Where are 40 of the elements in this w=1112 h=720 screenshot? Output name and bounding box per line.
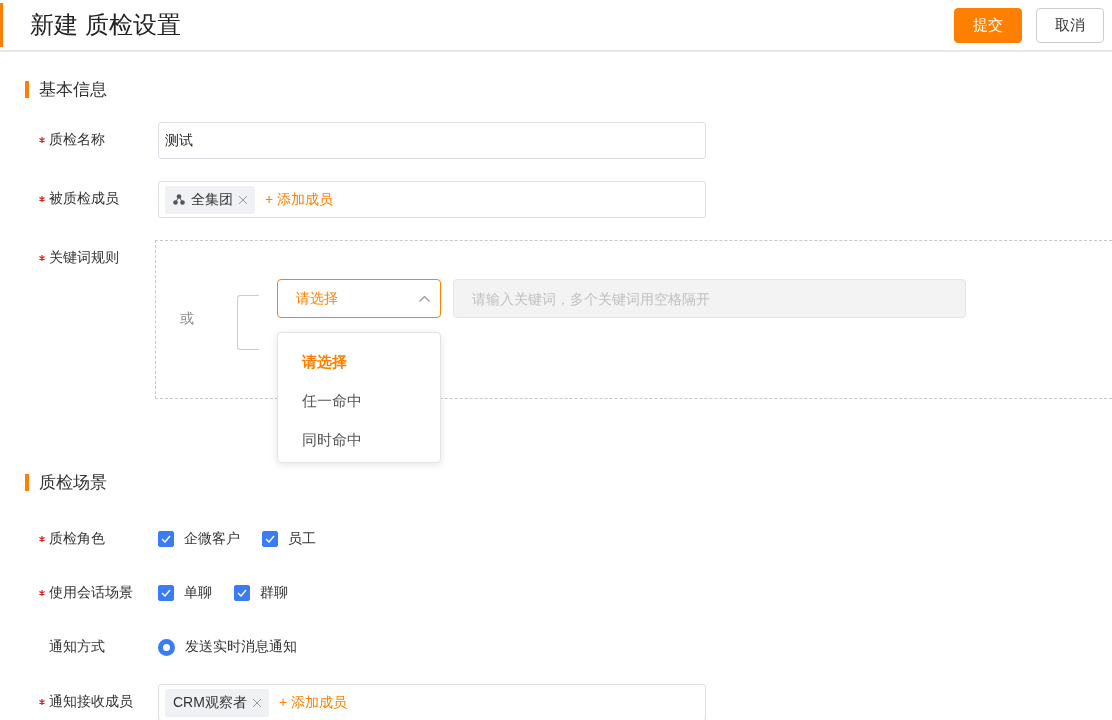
close-icon[interactable]: [239, 195, 247, 204]
member-field[interactable]: CRM观察者 + 添加成员: [158, 684, 706, 720]
radio-button[interactable]: [158, 638, 175, 656]
checkbox[interactable]: [262, 531, 278, 547]
checkbox[interactable]: [158, 585, 174, 601]
tag-label: 全集团: [191, 190, 233, 209]
checkbox-label: 员工: [288, 530, 316, 548]
field-label: 被质检成员: [49, 190, 119, 208]
field-label: 通知接收成员: [49, 693, 133, 711]
group-icon: [173, 194, 185, 205]
text-field[interactable]: 测试: [158, 122, 706, 159]
check-icon: [265, 535, 275, 543]
cancel-button[interactable]: 取消: [1036, 7, 1104, 43]
checkbox-label: 群聊: [260, 584, 288, 602]
tag-label: CRM观察者: [173, 693, 247, 712]
member-field[interactable]: 全集团 + 添加成员: [158, 181, 706, 218]
field-label: 通知方式: [49, 638, 105, 656]
close-icon[interactable]: [252, 698, 261, 707]
section-marker: [25, 473, 29, 491]
section-title: 质检场景: [39, 471, 107, 494]
checkbox-label: 企微客户: [184, 530, 240, 548]
page-title: 新建 质检设置: [30, 10, 181, 40]
caret-icon: [419, 295, 431, 302]
or-label: 或: [180, 310, 195, 328]
checkbox[interactable]: [234, 585, 250, 601]
field-label: 质检角色: [49, 530, 105, 548]
section-title: 基本信息: [39, 78, 107, 101]
dropdown-option[interactable]: 同时命中: [278, 421, 441, 460]
check-icon: [237, 589, 247, 597]
field-label: 质检名称: [49, 131, 105, 149]
field-label: 使用会话场景: [49, 584, 133, 602]
radio-label: 发送实时消息通知: [185, 638, 297, 656]
dropdown-option[interactable]: 任一命中: [278, 382, 441, 421]
checkbox[interactable]: [158, 531, 174, 547]
field-label: 关键词规则: [49, 249, 119, 267]
check-icon: [161, 589, 171, 597]
check-icon: [161, 535, 171, 543]
bracket-line: [237, 295, 260, 350]
checkbox-label: 单聊: [184, 584, 212, 602]
section-marker: [25, 80, 29, 98]
